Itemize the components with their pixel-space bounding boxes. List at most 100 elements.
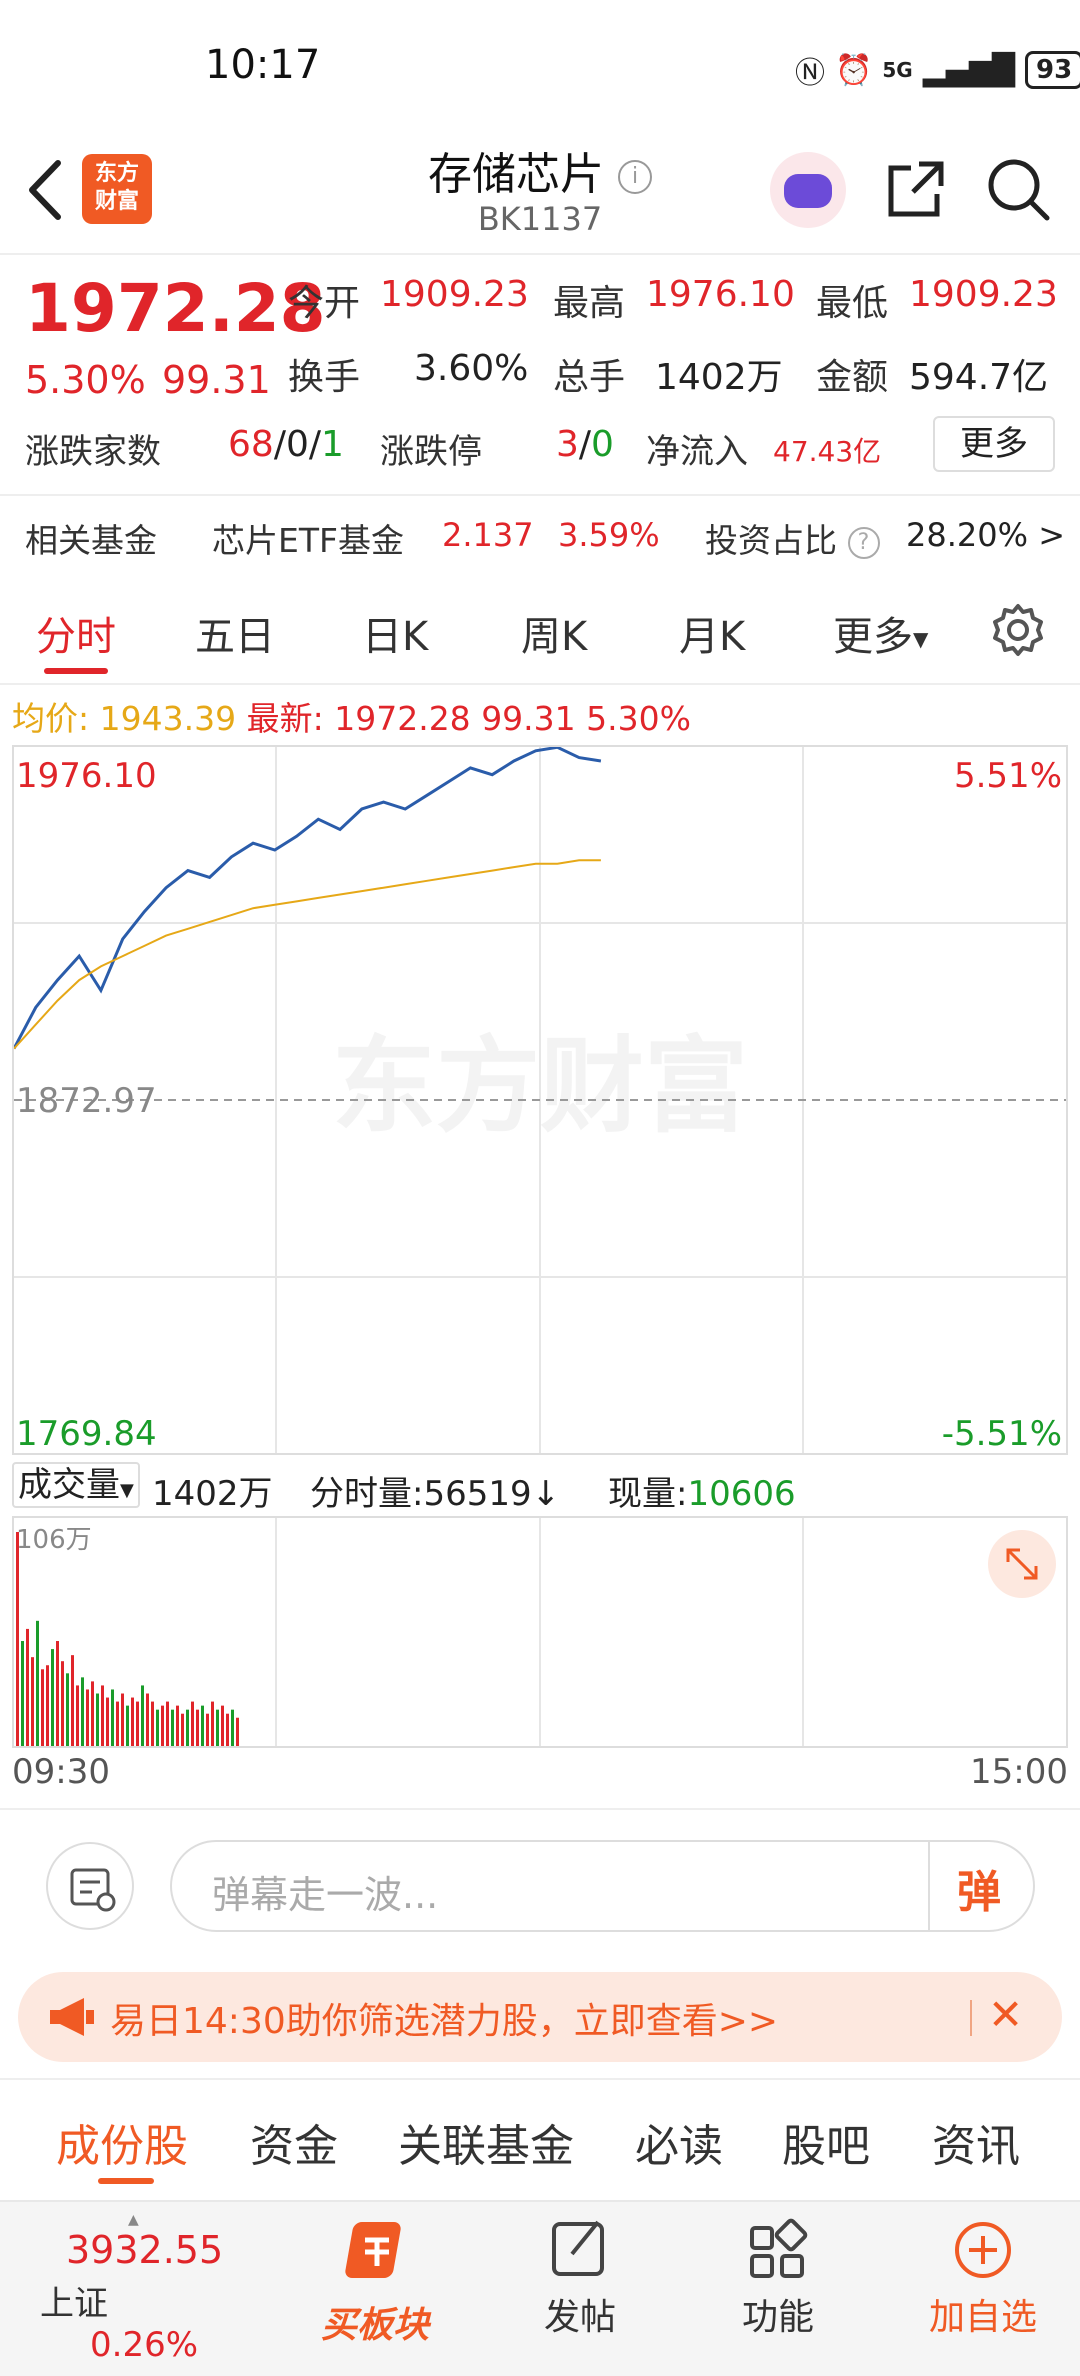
tab-must-read[interactable]: 必读 bbox=[635, 2110, 723, 2174]
post-button[interactable]: 发帖 bbox=[520, 2214, 640, 2340]
megaphone-icon bbox=[50, 1998, 94, 2036]
volume-bar bbox=[171, 1709, 174, 1746]
amount-label: 金额 bbox=[816, 357, 889, 398]
volume-bar bbox=[31, 1657, 34, 1746]
pct-bottom-label: -5.51% bbox=[942, 1414, 1062, 1453]
now-volume: 现量:10606 bbox=[608, 1474, 796, 1514]
volume-chart[interactable]: 106万 bbox=[12, 1516, 1068, 1748]
breadth-label: 涨跌家数 bbox=[25, 432, 161, 472]
triangle-up-icon: ▲ bbox=[128, 2212, 139, 2228]
tab-weekly-k[interactable]: 周K bbox=[521, 604, 587, 662]
x-end-label: 15:00 bbox=[970, 1752, 1068, 1792]
danmaku-settings-icon[interactable] bbox=[46, 1842, 134, 1930]
tab-funds[interactable]: 资金 bbox=[250, 2110, 338, 2174]
index-ticker[interactable]: ▲ 3932.55 上证 0.26% bbox=[40, 2212, 270, 2365]
change-pct: 5.30% bbox=[25, 358, 146, 402]
volume-bar bbox=[151, 1701, 154, 1746]
assistant-robot-icon[interactable] bbox=[770, 152, 846, 228]
tab-forum[interactable]: 股吧 bbox=[782, 2110, 870, 2174]
avg-price-line bbox=[14, 859, 601, 1050]
edit-icon bbox=[552, 2220, 604, 2276]
volume-bar bbox=[211, 1701, 214, 1746]
add-watchlist-button[interactable]: 加自选 bbox=[918, 2214, 1048, 2340]
battery-icon: 93 bbox=[1025, 51, 1080, 89]
volume-bar bbox=[191, 1701, 194, 1746]
current-price: 1972.28 bbox=[25, 270, 326, 347]
volume-value: 1402万 bbox=[655, 357, 783, 398]
danmaku-input[interactable]: 弹幕走一波... 弹 bbox=[170, 1840, 1035, 1932]
volume-bar bbox=[106, 1697, 109, 1746]
intraday-chart-svg: 东方财富 1976.10 5.51% 1872.97 1769.84 -5.51… bbox=[14, 747, 1066, 1453]
tab-active-indicator bbox=[44, 668, 108, 674]
promo-banner[interactable]: 易日14:30助你筛选潜力股，立即查看>> ✕ bbox=[18, 1972, 1062, 2062]
tab-related-funds[interactable]: 关联基金 bbox=[398, 2110, 574, 2174]
volume-bar bbox=[16, 1532, 19, 1746]
turnover-value: 3.60% bbox=[414, 348, 529, 389]
volume-bar bbox=[206, 1713, 209, 1746]
tab-components[interactable]: 成份股 bbox=[56, 2110, 188, 2174]
danmaku-bar: 弹幕走一波... 弹 bbox=[0, 1808, 1080, 1958]
fund-name: 芯片ETF基金 bbox=[212, 521, 404, 560]
search-icon[interactable] bbox=[985, 156, 1051, 222]
tab-news[interactable]: 资讯 bbox=[932, 2110, 1020, 2174]
volume-bar bbox=[56, 1641, 59, 1746]
close-icon[interactable]: ✕ bbox=[988, 1990, 1023, 2039]
function-button[interactable]: 功能 bbox=[718, 2214, 838, 2340]
volume-bar bbox=[46, 1665, 49, 1746]
high-value: 1976.10 bbox=[646, 274, 795, 315]
avg-value: 1943.39 bbox=[99, 699, 237, 738]
low-value: 1909.23 bbox=[909, 274, 1058, 315]
share-icon[interactable] bbox=[885, 158, 947, 220]
y-mid-label: 1872.97 bbox=[16, 1081, 157, 1121]
fund-pct: 3.59% bbox=[558, 516, 660, 554]
latest-label: 最新: bbox=[246, 699, 324, 738]
subtab-active-indicator bbox=[98, 2178, 154, 2184]
time-axis: 09:30 15:00 bbox=[12, 1752, 1068, 1792]
fund-label: 相关基金 bbox=[25, 521, 157, 560]
grid-icon bbox=[750, 2218, 808, 2278]
status-icons: Ⓝ ⏰ 5G ▂▄▆█ 93 bbox=[795, 48, 1080, 92]
pct-top-label: 5.51% bbox=[954, 756, 1062, 796]
quote-panel: 1972.28 5.30% 99.31 今开 1909.23 最高 1976.1… bbox=[0, 258, 1080, 578]
alarm-icon: ⏰ bbox=[835, 52, 873, 88]
ratio-value: 28.20% > bbox=[906, 516, 1065, 554]
more-button[interactable]: 更多 bbox=[933, 416, 1055, 472]
tab-five-day[interactable]: 五日 bbox=[195, 604, 275, 662]
volume-bar bbox=[76, 1685, 79, 1746]
header: 东方 财富 存储芯片 i BK1137 bbox=[0, 130, 1080, 255]
network-label: 5G bbox=[882, 58, 913, 82]
gear-icon[interactable] bbox=[990, 602, 1046, 658]
volume-selector[interactable]: 成交量▼ bbox=[12, 1462, 140, 1508]
volume-bar bbox=[226, 1713, 229, 1746]
ratio-label: 投资占比 ? bbox=[705, 514, 880, 562]
signal-icon: ▂▄▆█ bbox=[922, 52, 1015, 88]
open-label: 今开 bbox=[288, 283, 361, 324]
volume-max-label: 106万 bbox=[16, 1525, 92, 1555]
index-name: 上证 bbox=[40, 2284, 108, 2324]
netflow-label: 净流入 bbox=[646, 432, 748, 472]
volume-total: 1402万 bbox=[152, 1474, 273, 1514]
avg-label: 均价: bbox=[12, 699, 90, 738]
info-icon[interactable]: i bbox=[618, 160, 652, 194]
volume-bar bbox=[131, 1697, 134, 1746]
tab-monthly-k[interactable]: 月K bbox=[679, 604, 745, 662]
buy-board-button[interactable]: 买板块 bbox=[310, 2216, 440, 2348]
clock: 10:17 bbox=[205, 42, 321, 88]
breadth-values: 68/0/1 bbox=[228, 424, 344, 465]
danmaku-placeholder: 弹幕走一波... bbox=[212, 1873, 439, 1917]
volume-bar bbox=[161, 1705, 164, 1746]
volume-bar bbox=[186, 1709, 189, 1746]
volume-bar bbox=[111, 1689, 114, 1746]
danmaku-send-button[interactable]: 弹 bbox=[957, 1856, 1001, 1920]
dropdown-icon: ▼ bbox=[913, 627, 929, 651]
volume-bars bbox=[16, 1532, 239, 1746]
tab-daily-k[interactable]: 日K bbox=[362, 604, 428, 662]
volume-bar bbox=[36, 1620, 39, 1746]
low-label: 最低 bbox=[816, 283, 889, 324]
volume-bar bbox=[91, 1681, 94, 1746]
status-bar: 10:17 Ⓝ ⏰ 5G ▂▄▆█ 93 bbox=[0, 0, 1080, 130]
tab-more[interactable]: 更多▼ bbox=[833, 604, 928, 662]
intraday-chart[interactable]: 东方财富 1976.10 5.51% 1872.97 1769.84 -5.51… bbox=[12, 745, 1068, 1455]
open-value: 1909.23 bbox=[380, 274, 529, 315]
tab-intraday[interactable]: 分时 bbox=[36, 604, 116, 662]
